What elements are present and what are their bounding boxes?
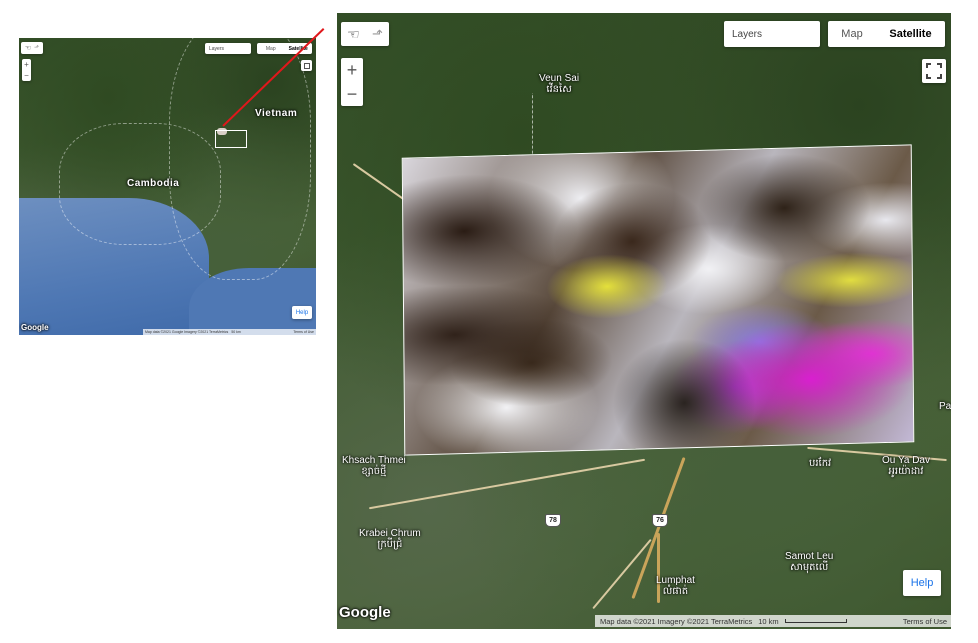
zoom-control: + −	[341, 58, 363, 106]
help-button[interactable]: Help	[292, 306, 312, 319]
map-type-switch: Map Satellite	[828, 21, 945, 47]
layers-label: Layers	[732, 28, 763, 40]
terms-link[interactable]: Terms of Use	[903, 617, 951, 626]
tab-map[interactable]: Map	[828, 21, 876, 47]
zoom-control: + −	[22, 59, 31, 81]
pan-hand-icon[interactable]: ☜	[347, 26, 360, 43]
layers-dropdown[interactable]: Layers	[724, 21, 820, 47]
layers-dropdown[interactable]: Layers	[205, 43, 251, 54]
draw-shape-icon[interactable]: ⬏	[34, 45, 39, 51]
place-label-veun-sai: Veun Sai វើនសៃ	[539, 73, 580, 95]
border-line	[532, 93, 534, 163]
scale-bar	[784, 619, 847, 623]
drawing-tools: ☜ ⬏	[21, 42, 43, 54]
pan-hand-icon[interactable]: ☜	[25, 45, 31, 52]
attribution-bar: Map data ©2021 Google Imagery ©2021 Terr…	[143, 329, 316, 335]
scale-label: 50 km	[231, 330, 241, 334]
google-logo: Google	[339, 604, 391, 621]
place-label-khsach-thmei: Khsach Thmei ខ្សាច់ថ្មី	[342, 455, 406, 477]
fullscreen-icon	[926, 63, 942, 79]
fullscreen-button[interactable]	[922, 59, 946, 83]
attribution-text: Map data ©2021 Imagery ©2021 TerraMetric…	[600, 616, 753, 626]
drawing-tools: ☜ ⬏	[341, 22, 389, 46]
fullscreen-button[interactable]	[301, 60, 312, 71]
road	[368, 458, 646, 510]
place-label-lumphat: Lumphat លំផាត់	[656, 575, 695, 597]
country-label-cambodia: Cambodia	[127, 178, 180, 189]
zoom-in-button[interactable]: +	[24, 59, 29, 70]
help-button[interactable]: Help	[903, 570, 941, 596]
main-map[interactable]: ☜ ⬏ Layers Map Satellite + − Veun Sai វើន…	[337, 13, 951, 629]
tab-map[interactable]: Map	[257, 43, 285, 54]
attribution-text: Map data ©2021 Google Imagery ©2021 Terr…	[145, 330, 229, 334]
attribution-bar: Map data ©2021 Imagery ©2021 TerraMetric…	[595, 615, 951, 627]
zoom-in-button[interactable]: +	[347, 58, 358, 82]
country-label-vietnam: Vietnam	[255, 108, 298, 119]
route-shield-78: 78	[545, 514, 561, 527]
terms-link[interactable]: Terms of Use	[293, 330, 316, 334]
viewport-rectangle	[215, 130, 247, 148]
zoom-out-button[interactable]: −	[24, 70, 29, 81]
place-label-partial-edge: Pa	[939, 401, 951, 412]
layers-label: Layers	[209, 45, 225, 52]
place-label-partial: បរកែវ	[809, 458, 832, 469]
zoom-out-button[interactable]: −	[347, 82, 358, 106]
route-shield-76: 76	[652, 514, 668, 527]
overview-map[interactable]: ☜ ⬏ Layers Map Satellite + − Vietnam Cam…	[19, 38, 316, 335]
classified-image-overlay	[401, 144, 915, 456]
place-label-ou-ya-dav: Ou Ya Dav អូរយ៉ាដាវ	[882, 455, 930, 477]
google-logo: Google	[21, 323, 49, 332]
place-label-krabei-chrum: Krabei Chrum ក្របីជ្រំ	[359, 528, 421, 550]
country-border	[169, 38, 311, 280]
fullscreen-icon	[303, 62, 310, 69]
place-label-samot-leu: Samot Leu សាមុតលើ	[785, 551, 834, 573]
draw-shape-icon[interactable]: ⬏	[372, 26, 383, 42]
scale-label: 10 km	[758, 616, 779, 626]
tab-satellite[interactable]: Satellite	[876, 21, 945, 47]
